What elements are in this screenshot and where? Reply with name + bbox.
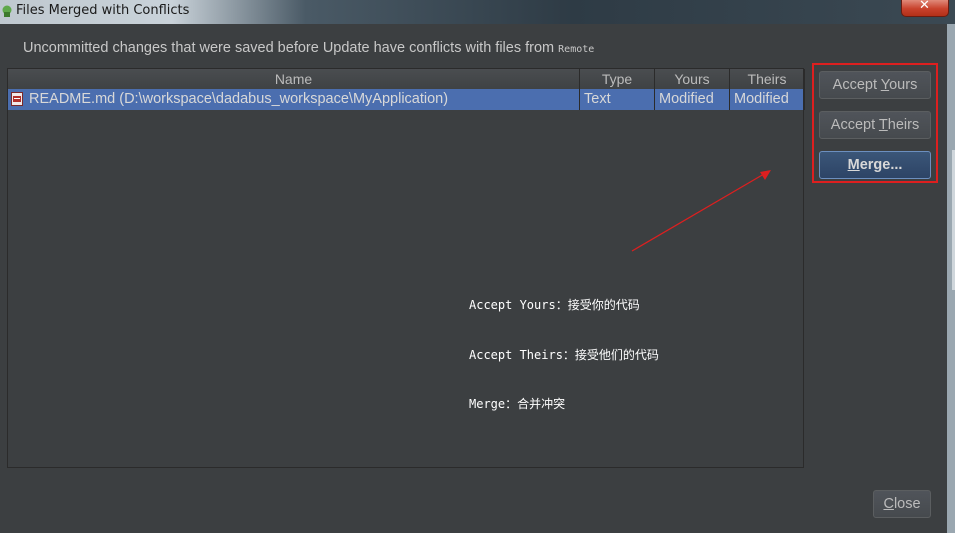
annotation-line-accept-yours: Accept Yours：接受你的代码	[469, 298, 640, 312]
annotation-line-accept-theirs: Accept Theirs：接受他们的代码	[469, 347, 659, 362]
annotation-text: Accept Yours：接受你的代码 Accept Theirs：接受他们的代…	[469, 264, 659, 429]
close-label: lose	[893, 496, 921, 512]
close-button[interactable]: Close	[873, 490, 931, 518]
close-mnemonic: C	[883, 496, 894, 512]
annotation-line-merge: Merge：合并冲突	[469, 397, 566, 411]
